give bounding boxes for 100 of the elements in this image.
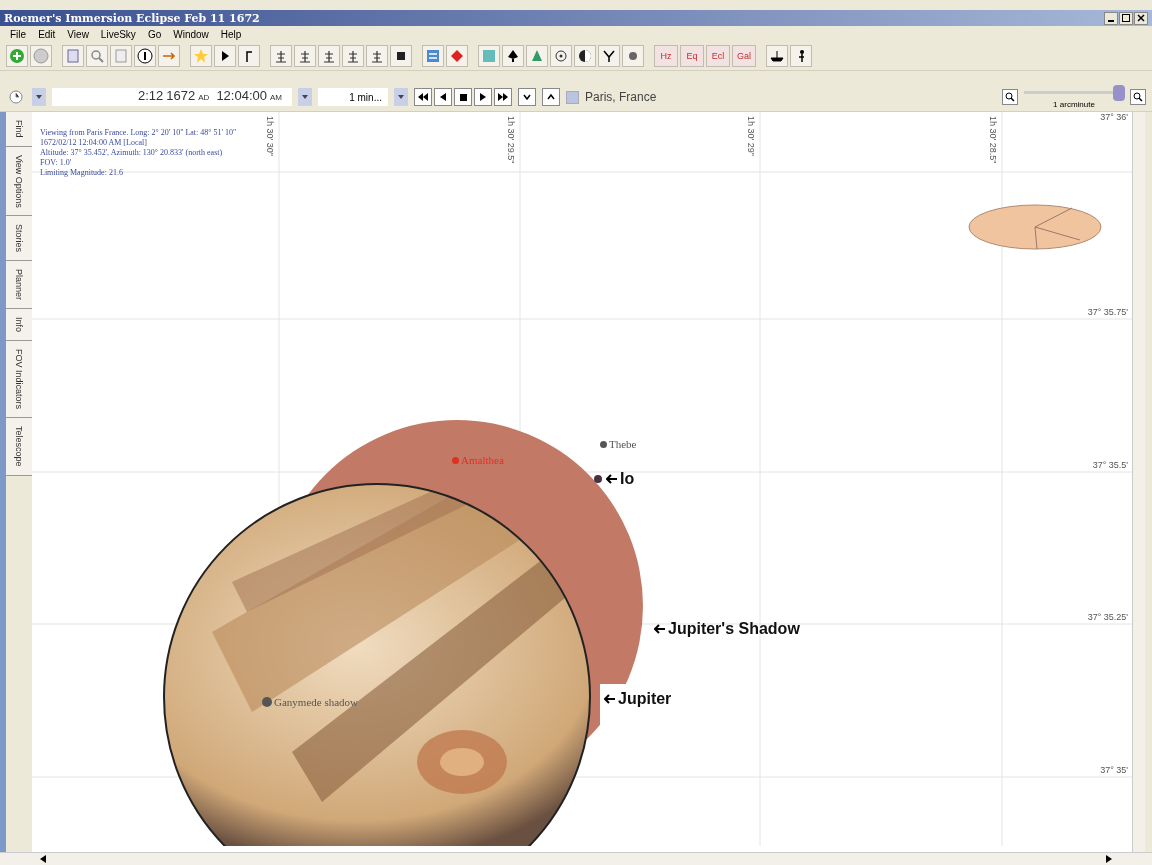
- coordinate-button[interactable]: Hz: [654, 45, 678, 67]
- side-tab[interactable]: Info: [6, 309, 32, 342]
- scroll-right-icon: [1106, 855, 1112, 863]
- menu-item[interactable]: File: [10, 28, 27, 40]
- up-button[interactable]: [542, 88, 560, 106]
- arrow-left-icon: [606, 473, 618, 485]
- caret-icon: [301, 94, 309, 100]
- side-tab[interactable]: View Options: [6, 146, 32, 217]
- dropdown-button[interactable]: [298, 88, 312, 106]
- location-checkbox[interactable]: [566, 90, 579, 104]
- arrow-left-icon: [654, 623, 666, 635]
- step-backward-icon: [440, 93, 446, 101]
- stop-button[interactable]: [454, 88, 472, 106]
- fast-forward-button[interactable]: [494, 88, 512, 106]
- menu-item[interactable]: View: [67, 28, 89, 40]
- tree-icon: [529, 48, 545, 64]
- fast-backward-button[interactable]: [414, 88, 432, 106]
- toolbar-button[interactable]: [574, 45, 596, 67]
- object-marker[interactable]: [262, 697, 272, 707]
- arrow-left-icon: [604, 693, 616, 705]
- minimize-button[interactable]: [1104, 11, 1118, 25]
- page-icon: [65, 48, 81, 64]
- side-tab[interactable]: FOV Indicators: [6, 341, 32, 419]
- declination-label: 37° 35.75': [1087, 307, 1128, 317]
- menu-item[interactable]: Help: [220, 28, 242, 40]
- clock-icon: [8, 89, 24, 105]
- toolbar-button[interactable]: [390, 45, 412, 67]
- zoom-out-button[interactable]: [1002, 89, 1018, 105]
- object-marker[interactable]: [600, 440, 607, 448]
- zoom-label: 1 arcminute: [1052, 100, 1096, 109]
- fast-backward-icon: [418, 93, 428, 101]
- coordinate-button[interactable]: Ecl: [706, 45, 730, 67]
- side-tab[interactable]: Planner: [6, 261, 32, 310]
- declination-label: 37° 35.25': [1087, 612, 1128, 622]
- declination-label: 37° 35.5': [1092, 460, 1128, 470]
- object-marker[interactable]: [452, 456, 459, 464]
- play-button[interactable]: [474, 88, 492, 106]
- annotation-label: Jupiter's Shadow: [668, 620, 800, 638]
- fork-icon: [601, 48, 617, 64]
- stop-icon: [459, 93, 467, 101]
- coordinate-button[interactable]: Eq: [680, 45, 704, 67]
- right-ascension-label: 1h 30' 30": [265, 116, 275, 156]
- slider-thumb[interactable]: [1113, 85, 1125, 101]
- chevron-up-icon: [547, 94, 555, 100]
- info-icon: [137, 48, 153, 64]
- io-dot: [594, 475, 602, 483]
- step-backward-button[interactable]: [434, 88, 452, 106]
- chevron-down-icon: [523, 94, 531, 100]
- dropdown-button[interactable]: [394, 88, 408, 106]
- toolbar-button[interactable]: [790, 45, 812, 67]
- maximize-button[interactable]: [1119, 11, 1133, 25]
- object-label: Thebe: [609, 438, 637, 450]
- search-icon: [1133, 92, 1143, 102]
- spade-icon: [505, 48, 521, 64]
- declination-label: 37° 35': [1100, 765, 1128, 775]
- menu-item[interactable]: Edit: [38, 28, 56, 40]
- time-step-field[interactable]: 1 min...: [318, 88, 388, 106]
- right-ascension-label: 1h 30' 28.5": [988, 116, 998, 164]
- menu-item[interactable]: Window: [173, 28, 209, 40]
- search-icon: [89, 48, 105, 64]
- plus-circle-icon: [9, 48, 25, 64]
- clock-button[interactable]: [6, 87, 26, 107]
- zoom-in-button[interactable]: [1130, 89, 1146, 105]
- star-icon: [193, 48, 209, 64]
- target-icon: [553, 48, 569, 64]
- annotation-label: Io: [620, 470, 635, 488]
- toolbar-button[interactable]: [766, 45, 788, 67]
- caret-icon: [397, 94, 405, 100]
- caret-icon: [35, 94, 43, 100]
- close-icon: [1137, 14, 1145, 22]
- toolbar-button[interactable]: [238, 45, 260, 67]
- play-icon: [480, 93, 486, 101]
- list-icon: [425, 48, 441, 64]
- toolbar-button[interactable]: [502, 45, 524, 67]
- menu-item[interactable]: LiveSky: [100, 28, 136, 40]
- side-tab[interactable]: Stories: [6, 216, 32, 262]
- circle-icon: [33, 48, 49, 64]
- horizontal-scrollbar[interactable]: [0, 852, 1152, 865]
- search-icon: [1005, 92, 1015, 102]
- fast-forward-icon: [498, 93, 508, 101]
- scroll-left-icon: [40, 855, 46, 863]
- grid-icon: [481, 48, 497, 64]
- vertical-scrollbar[interactable]: [1132, 112, 1145, 852]
- right-ascension-label: 1h 30' 29": [746, 116, 756, 156]
- declination-label: 37° 36': [1100, 112, 1128, 122]
- right-ascension-label: 1h 30' 29.5": [506, 116, 516, 164]
- coordinate-button[interactable]: Gal: [732, 45, 756, 67]
- close-button[interactable]: [1134, 11, 1148, 25]
- toolbar-button[interactable]: [134, 45, 156, 67]
- dropdown-button[interactable]: [32, 88, 46, 106]
- date-time-field[interactable]: 2:12 1672 AD 12:04:00 AM: [52, 88, 292, 106]
- toolbar-button[interactable]: [598, 45, 620, 67]
- menu-item[interactable]: Go: [147, 28, 162, 40]
- down-button[interactable]: [518, 88, 536, 106]
- side-tab[interactable]: Find: [6, 112, 32, 147]
- toolbar-button[interactable]: [214, 45, 236, 67]
- location-label: Paris, France: [585, 90, 657, 104]
- moon-phase-icon: [577, 48, 593, 64]
- side-tab[interactable]: Telescope: [6, 418, 32, 476]
- maximize-icon: [1122, 14, 1130, 22]
